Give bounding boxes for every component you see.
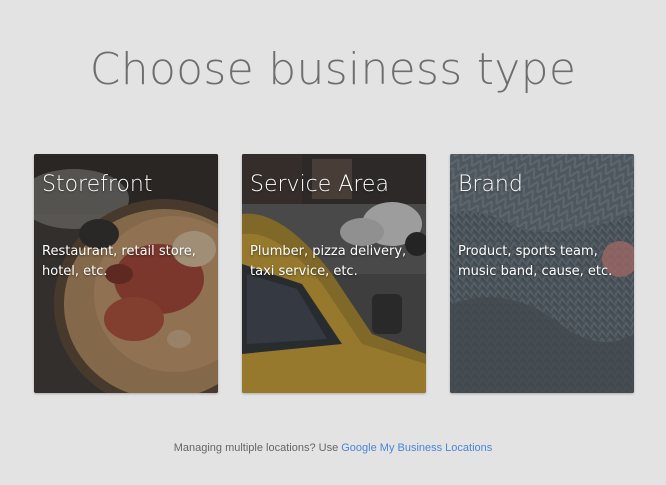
storefront-card[interactable]: Storefront Restaurant, retail store, hot… <box>34 154 218 393</box>
brand-card[interactable]: Brand Product, sports team, music band, … <box>450 154 634 393</box>
brand-title: Brand <box>458 172 523 197</box>
service-area-description: Plumber, pizza delivery, taxi service, e… <box>250 244 407 279</box>
business-type-cards: Storefront Restaurant, retail store, hot… <box>34 154 634 394</box>
footer-text: Managing multiple locations? Use <box>173 442 342 454</box>
page-title: Choose business type <box>89 44 577 95</box>
storefront-description: Restaurant, retail store, hotel, etc. <box>42 244 196 279</box>
brand-description: Product, sports team, music band, cause,… <box>458 244 613 279</box>
google-my-business-locations-link[interactable]: Google My Business Locations <box>341 442 492 454</box>
storefront-title: Storefront <box>42 172 153 197</box>
service-area-title: Service Area <box>250 172 389 197</box>
footer: Managing multiple locations? Use Google … <box>0 442 666 454</box>
service-area-card[interactable]: Service Area Plumber, pizza delivery, ta… <box>242 154 426 393</box>
